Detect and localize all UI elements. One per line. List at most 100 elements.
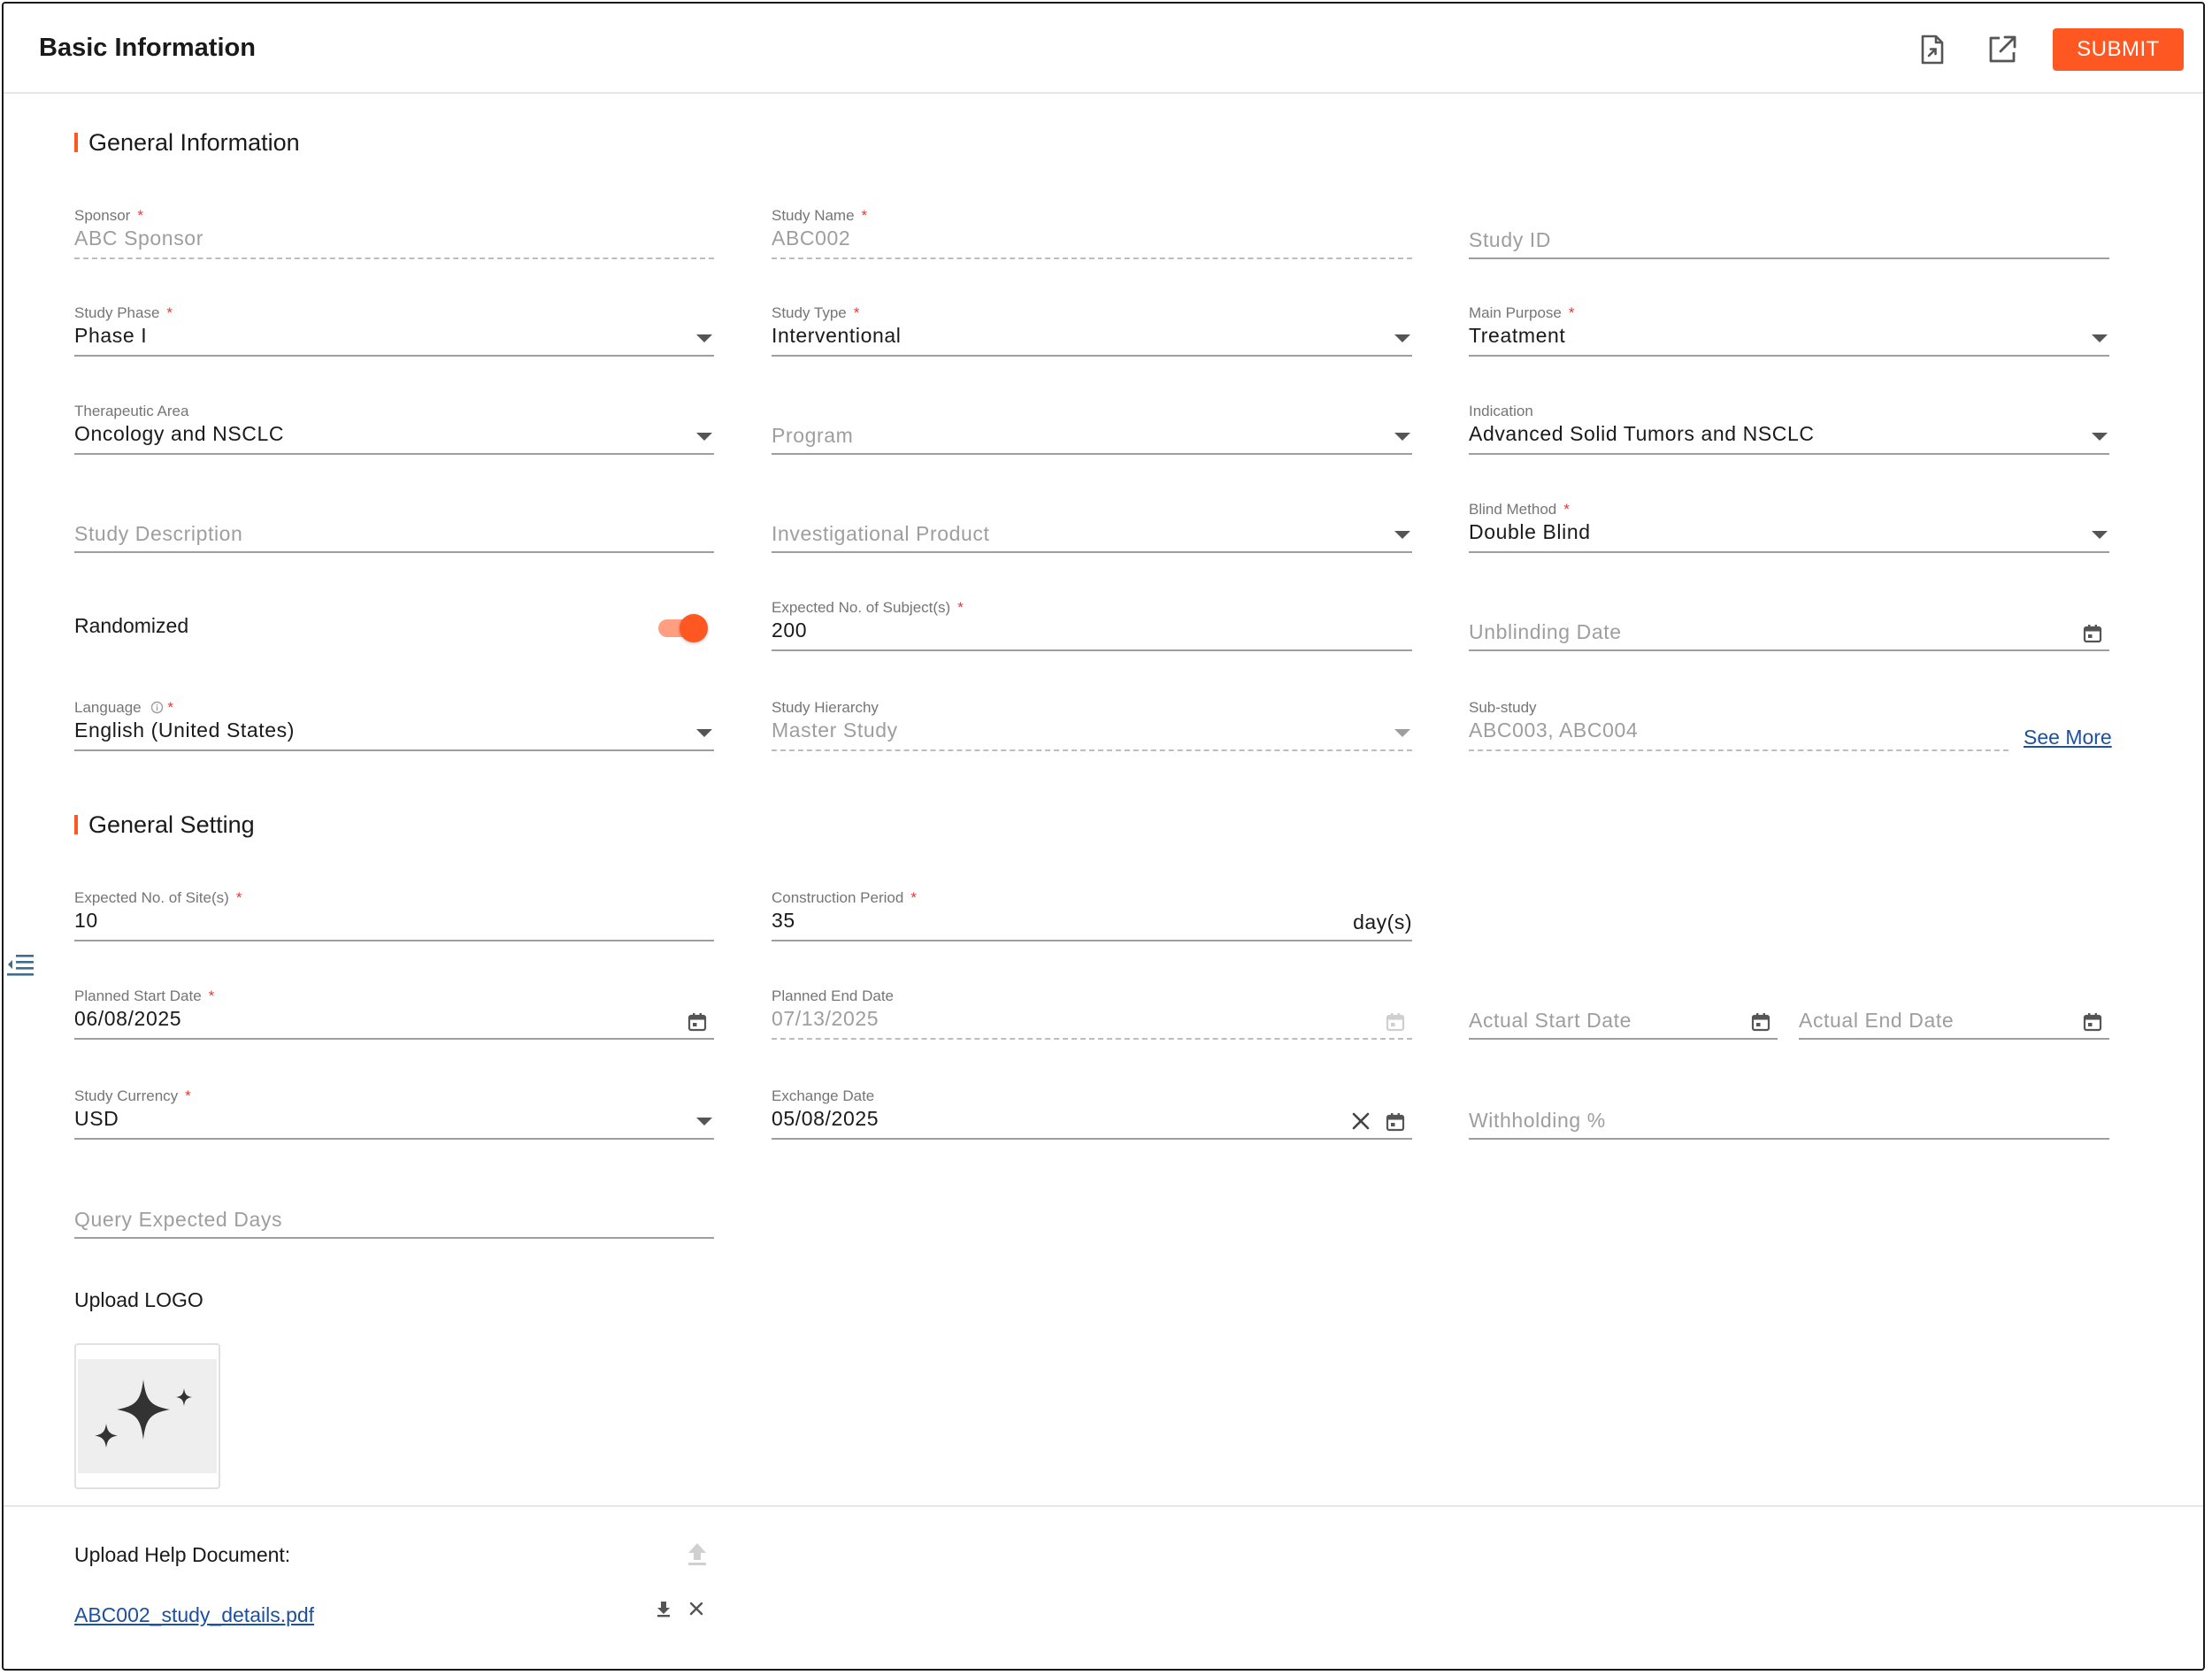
open-in-new-icon[interactable] [1985, 32, 2020, 67]
chevron-down-icon[interactable] [2092, 433, 2108, 441]
program-placeholder: Program [772, 424, 854, 447]
upload-help-document-label: Upload Help Document: [74, 1543, 291, 1566]
logo-upload-area[interactable] [74, 1343, 220, 1489]
chevron-down-icon[interactable] [1394, 531, 1410, 539]
indication-select[interactable]: Indication Advanced Solid Tumors and NSC… [1469, 403, 2109, 465]
chevron-down-icon[interactable] [2092, 334, 2108, 342]
study-description-placeholder: Study Description [74, 522, 243, 545]
calendar-icon[interactable] [2083, 624, 2102, 643]
blind-method-select[interactable]: Blind Method * Double Blind [1469, 501, 2109, 563]
study-description-input[interactable]: Study Description [74, 501, 714, 563]
section-title-general-information: General Information [74, 131, 300, 155]
sparkles-icon [94, 1379, 192, 1448]
planned-end-date-value: 07/13/2025 [772, 1007, 879, 1030]
study-phase-select[interactable]: Study Phase * Phase I [74, 304, 714, 366]
field-label: Study Name [772, 207, 855, 224]
study-name-value: ABC002 [772, 227, 851, 250]
expected-subjects-value: 200 [772, 619, 808, 642]
main-purpose-value: Treatment [1469, 324, 1566, 347]
query-expected-days-placeholder: Query Expected Days [74, 1208, 283, 1231]
unblinding-date-placeholder: Unblinding Date [1469, 620, 1622, 643]
actual-end-date-input[interactable]: Actual End Date [1799, 987, 2109, 1049]
upload-icon[interactable] [685, 1540, 710, 1568]
calendar-icon[interactable] [1751, 1012, 1770, 1032]
chevron-down-icon [1394, 729, 1410, 737]
calendar-icon [1386, 1013, 1405, 1032]
blind-method-value: Double Blind [1469, 520, 1591, 543]
sub-study-field: Sub-study ABC003, ABC004 [1469, 699, 2008, 761]
randomized-toggle[interactable] [658, 614, 711, 642]
study-phase-value: Phase I [74, 324, 148, 347]
field-label: Main Purpose [1469, 304, 1562, 321]
field-label: Planned Start Date [74, 987, 202, 1004]
field-label: Sponsor [74, 207, 131, 224]
language-select[interactable]: Language * English (United States) [74, 699, 714, 761]
field-label: Language [74, 699, 142, 716]
program-select[interactable]: Program [772, 403, 1412, 465]
field-label: Therapeutic Area [74, 403, 189, 419]
download-icon[interactable] [654, 1598, 673, 1619]
info-icon[interactable] [150, 701, 164, 714]
page-title: Basic Information [39, 34, 256, 62]
planned-start-date-value: 06/08/2025 [74, 1007, 182, 1030]
see-more-link[interactable]: See More [2024, 726, 2112, 749]
clear-icon[interactable] [1350, 1110, 1371, 1132]
investigational-product-select[interactable]: Investigational Product [772, 501, 1412, 563]
basic-information-panel: Basic Information SUBMIT General Informa… [2, 2, 2205, 1671]
exchange-date-value: 05/08/2025 [772, 1107, 879, 1130]
field-label: Blind Method [1469, 501, 1557, 518]
query-expected-days-input[interactable]: Query Expected Days [74, 1187, 714, 1249]
field-label: Exchange Date [772, 1087, 875, 1104]
withholding-input[interactable]: Withholding % [1469, 1087, 2109, 1149]
field-label: Sub-study [1469, 699, 1537, 716]
submit-button[interactable]: SUBMIT [2053, 28, 2184, 71]
main-purpose-select[interactable]: Main Purpose * Treatment [1469, 304, 2109, 366]
chevron-down-icon[interactable] [696, 729, 712, 737]
field-label: Study Currency [74, 1087, 179, 1104]
expected-sites-input[interactable]: Expected No. of Site(s) * 10 [74, 889, 714, 951]
planned-start-date-input[interactable]: Planned Start Date * 06/08/2025 [74, 987, 714, 1049]
study-type-select[interactable]: Study Type * Interventional [772, 304, 1412, 366]
study-id-input[interactable]: Study ID [1469, 207, 2109, 269]
calendar-icon[interactable] [2083, 1012, 2102, 1032]
study-hierarchy-value: Master Study [772, 718, 898, 741]
chevron-down-icon[interactable] [696, 1118, 712, 1126]
chevron-down-icon[interactable] [696, 334, 712, 342]
planned-end-date-field: Planned End Date 07/13/2025 [772, 987, 1412, 1049]
field-label: Planned End Date [772, 987, 894, 1004]
actual-end-date-placeholder: Actual End Date [1799, 1009, 1955, 1032]
chevron-down-icon[interactable] [1394, 433, 1410, 441]
language-value: English (United States) [74, 718, 296, 741]
exchange-date-input[interactable]: Exchange Date 05/08/2025 [772, 1087, 1412, 1149]
file-export-icon[interactable] [1915, 32, 1950, 67]
study-hierarchy-select: Study Hierarchy Master Study [772, 699, 1412, 761]
sub-study-value: ABC003, ABC004 [1469, 718, 1639, 741]
field-label: Construction Period [772, 889, 904, 906]
field-label: Indication [1469, 403, 1533, 419]
calendar-icon[interactable] [687, 1012, 707, 1032]
help-document-link[interactable]: ABC002_study_details.pdf [74, 1603, 314, 1627]
construction-period-unit: day(s) [1353, 910, 1412, 934]
calendar-icon[interactable] [1386, 1112, 1405, 1132]
sidebar-toggle-icon[interactable] [5, 952, 35, 979]
study-type-value: Interventional [772, 324, 902, 347]
withholding-placeholder: Withholding % [1469, 1109, 1606, 1132]
study-currency-select[interactable]: Study Currency * USD [74, 1087, 714, 1149]
chevron-down-icon[interactable] [2092, 531, 2108, 539]
study-name-field: Study Name * ABC002 [772, 207, 1412, 269]
study-id-placeholder: Study ID [1469, 228, 1552, 251]
chevron-down-icon[interactable] [696, 433, 712, 441]
chevron-down-icon[interactable] [1394, 334, 1410, 342]
field-label: Study Phase [74, 304, 160, 321]
field-label: Study Hierarchy [772, 699, 879, 716]
actual-start-date-input[interactable]: Actual Start Date [1469, 987, 1778, 1049]
construction-period-input[interactable]: Construction Period * 35 day(s) [772, 889, 1412, 951]
therapeutic-area-select[interactable]: Therapeutic Area Oncology and NSCLC [74, 403, 714, 465]
therapeutic-area-value: Oncology and NSCLC [74, 422, 285, 445]
remove-file-icon[interactable] [687, 1598, 706, 1619]
expected-subjects-input[interactable]: Expected No. of Subject(s) * 200 [772, 599, 1412, 661]
field-label: Study Type [772, 304, 847, 321]
unblinding-date-input[interactable]: Unblinding Date [1469, 599, 2109, 661]
actual-start-date-placeholder: Actual Start Date [1469, 1009, 1632, 1032]
construction-period-value: 35 [772, 909, 795, 932]
